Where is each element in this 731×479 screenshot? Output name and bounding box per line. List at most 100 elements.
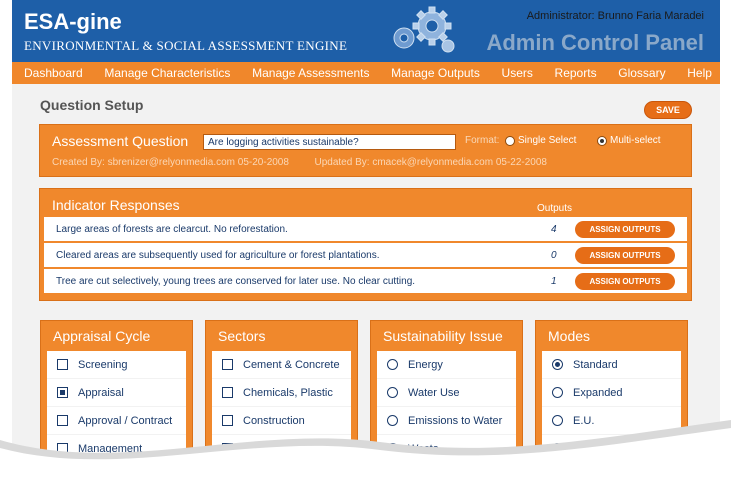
format-label: Format: bbox=[465, 135, 500, 146]
nav-reports[interactable]: Reports bbox=[555, 66, 597, 80]
assessment-question-input[interactable] bbox=[203, 134, 456, 150]
checkbox[interactable] bbox=[222, 443, 233, 454]
page-content: Question Setup SAVE Assessment Question … bbox=[12, 84, 720, 479]
assessment-question-label: Assessment Question bbox=[52, 133, 189, 149]
sector-item[interactable]: Construction bbox=[212, 407, 351, 435]
admin-user-label: Administrator: Brunno Faria Maradei bbox=[526, 10, 704, 22]
item-label: Cement & Concrete bbox=[243, 358, 340, 371]
indicator-response-row: Tree are cut selectively, young trees ar… bbox=[44, 269, 687, 293]
item-label: Approval / Contract bbox=[78, 414, 173, 427]
outputs-column-header: Outputs bbox=[537, 203, 573, 214]
sectors-list: Cement & Concrete Chemicals, Plastic Con… bbox=[212, 351, 351, 463]
checkbox[interactable] bbox=[222, 359, 233, 370]
indicator-outputs-count: 1 bbox=[551, 275, 557, 287]
nav-dashboard[interactable]: Dashboard bbox=[24, 66, 83, 80]
checkbox[interactable] bbox=[57, 359, 68, 370]
sustainability-issue-panel: Sustainability Issue Energy Water Use Em… bbox=[370, 320, 523, 479]
assign-outputs-button[interactable]: ASSIGN OUTPUTS bbox=[575, 272, 675, 290]
checkbox[interactable] bbox=[57, 387, 68, 398]
checkbox[interactable] bbox=[57, 415, 68, 426]
radio[interactable] bbox=[387, 443, 398, 454]
multi-select-label: Multi-select bbox=[610, 135, 661, 146]
sectors-panel: Sectors Cement & Concrete Chemicals, Pla… bbox=[205, 320, 358, 479]
sectors-title: Sectors bbox=[218, 328, 266, 344]
gears-logo-icon bbox=[393, 6, 455, 53]
sustainability-item[interactable]: Water Use bbox=[377, 379, 516, 407]
item-label: Expanded bbox=[573, 386, 623, 399]
mode-item[interactable]: Other bbox=[542, 463, 681, 479]
indicator-responses-panel: Indicator Responses Outputs Large areas … bbox=[39, 188, 692, 301]
sustainability-issue-title: Sustainability Issue bbox=[383, 328, 503, 344]
radio[interactable] bbox=[552, 359, 563, 370]
radio[interactable] bbox=[552, 443, 563, 454]
indicator-responses-title: Indicator Responses bbox=[52, 197, 180, 213]
item-label: Other bbox=[573, 470, 601, 479]
sustainability-issue-list: Energy Water Use Emissions to Water Wast… bbox=[377, 351, 516, 479]
radio[interactable] bbox=[552, 471, 563, 479]
appraisal-cycle-item[interactable]: Screening bbox=[47, 351, 186, 379]
item-label: Construction bbox=[243, 414, 305, 427]
radio[interactable] bbox=[387, 415, 398, 426]
nav-users[interactable]: Users bbox=[502, 66, 533, 80]
nav-help[interactable]: Help bbox=[687, 66, 712, 80]
indicator-response-text[interactable]: Tree are cut selectively, young trees ar… bbox=[56, 276, 415, 287]
format-multi-select-option[interactable]: Multi-select bbox=[597, 135, 661, 146]
radio[interactable] bbox=[387, 387, 398, 398]
mode-item[interactable]: U.N. bbox=[542, 435, 681, 463]
sustainability-item[interactable]: Emissions to Water bbox=[377, 407, 516, 435]
indicator-outputs-count: 4 bbox=[551, 223, 557, 235]
appraisal-cycle-list: Screening Appraisal Approval / Contract … bbox=[47, 351, 186, 463]
single-select-radio[interactable] bbox=[505, 135, 515, 146]
sustainability-item[interactable]: ...ystems bbox=[377, 463, 516, 479]
item-label: Management bbox=[78, 442, 143, 455]
sustainability-item[interactable]: Waste bbox=[377, 435, 516, 463]
indicator-outputs-count: 0 bbox=[551, 249, 557, 261]
item-label: Appraisal bbox=[78, 386, 124, 399]
assign-outputs-button[interactable]: ASSIGN OUTPUTS bbox=[575, 220, 675, 238]
nav-manage-outputs[interactable]: Manage Outputs bbox=[391, 66, 480, 80]
modes-title: Modes bbox=[548, 328, 591, 344]
nav-glossary[interactable]: Glossary bbox=[618, 66, 665, 80]
indicator-response-row: Cleared areas are subsequently used for … bbox=[44, 243, 687, 267]
indicator-response-text[interactable]: Cleared areas are subsequently used for … bbox=[56, 250, 380, 261]
app-header: ESA-gine ENVIRONMENTAL & SOCIAL ASSESSME… bbox=[12, 0, 720, 62]
app-name: ESA-gine bbox=[24, 9, 122, 34]
item-label: E.U. bbox=[573, 414, 595, 427]
indicator-response-text[interactable]: Large areas of forests are clearcut. No … bbox=[56, 224, 288, 235]
format-single-select-option[interactable]: Single Select bbox=[505, 135, 576, 146]
single-select-label: Single Select bbox=[518, 135, 577, 146]
main-nav: Dashboard Manage Characteristics Manage … bbox=[12, 62, 720, 84]
appraisal-cycle-item[interactable]: Approval / Contract bbox=[47, 407, 186, 435]
modes-list: Standard Expanded E.U. U.N. Other bbox=[542, 351, 681, 479]
mode-item[interactable]: Expanded bbox=[542, 379, 681, 407]
sector-item[interactable]: Forestry bbox=[212, 435, 351, 463]
radio[interactable] bbox=[387, 359, 398, 370]
item-label: U.N. bbox=[573, 442, 595, 455]
modes-panel: Modes Standard Expanded E.U. U.N. Other bbox=[535, 320, 688, 479]
checkbox[interactable] bbox=[222, 415, 233, 426]
sustainability-item[interactable]: Energy bbox=[377, 351, 516, 379]
item-label: Screening bbox=[78, 358, 128, 371]
sector-item[interactable]: Cement & Concrete bbox=[212, 351, 351, 379]
appraisal-cycle-item[interactable]: Management bbox=[47, 435, 186, 463]
assign-outputs-button[interactable]: ASSIGN OUTPUTS bbox=[575, 246, 675, 264]
appraisal-cycle-item[interactable]: Appraisal bbox=[47, 379, 186, 407]
indicator-response-row: Large areas of forests are clearcut. No … bbox=[44, 217, 687, 241]
sector-item[interactable]: Chemicals, Plastic bbox=[212, 379, 351, 407]
checkbox[interactable] bbox=[222, 387, 233, 398]
nav-manage-assessments[interactable]: Manage Assessments bbox=[252, 66, 369, 80]
checkbox[interactable] bbox=[57, 443, 68, 454]
mode-item[interactable]: Standard bbox=[542, 351, 681, 379]
item-label: Water Use bbox=[408, 386, 460, 399]
assessment-question-panel: Assessment Question Format: Single Selec… bbox=[39, 124, 692, 177]
mode-item[interactable]: E.U. bbox=[542, 407, 681, 435]
app-subtitle: ENVIRONMENTAL & SOCIAL ASSESSMENT ENGINE bbox=[24, 38, 348, 53]
multi-select-radio[interactable] bbox=[597, 135, 607, 146]
radio[interactable] bbox=[387, 471, 398, 479]
save-button[interactable]: SAVE bbox=[644, 101, 692, 119]
radio[interactable] bbox=[552, 415, 563, 426]
radio[interactable] bbox=[552, 387, 563, 398]
nav-manage-characteristics[interactable]: Manage Characteristics bbox=[104, 66, 230, 80]
appraisal-cycle-title: Appraisal Cycle bbox=[53, 328, 151, 344]
item-label: Standard bbox=[573, 358, 618, 371]
